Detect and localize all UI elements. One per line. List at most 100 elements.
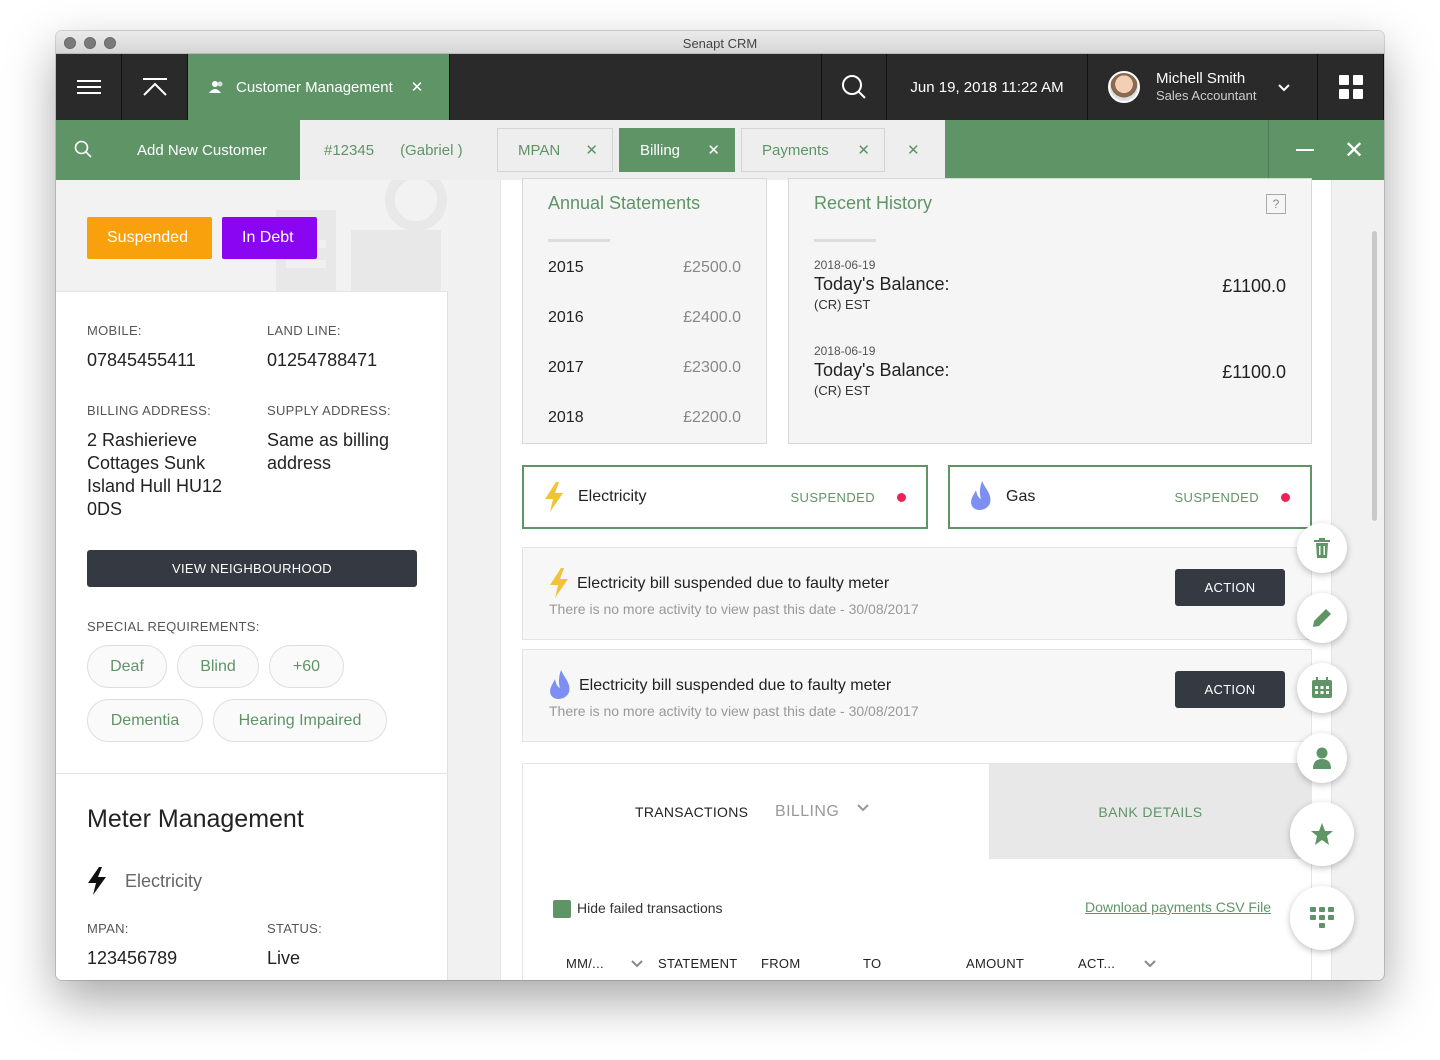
requirement-chip[interactable]: Hearing Impaired	[213, 699, 387, 742]
history-date: 2018-06-19	[814, 344, 876, 358]
mpan-label: MPAN:	[87, 921, 129, 936]
title-underline	[548, 239, 610, 242]
hamburger-icon	[76, 76, 101, 98]
statement-amount: £2200.0	[683, 409, 741, 426]
column-header[interactable]: AMOUNT	[966, 956, 1024, 971]
status-dot	[1281, 492, 1290, 502]
tab-payments[interactable]: Payments ✕	[741, 128, 885, 172]
tab-mpan[interactable]: MPAN ✕	[497, 128, 613, 172]
billing-address-value: 2 Rashierieve Cottages Sunk Island Hull …	[87, 430, 223, 519]
lightning-icon	[550, 568, 568, 598]
global-search-button[interactable]	[821, 54, 887, 120]
utility-status: SUSPENDED	[790, 489, 875, 505]
requirement-chip[interactable]: Dementia	[87, 699, 203, 742]
person-icon	[1313, 747, 1331, 769]
tab-customer[interactable]: #12345 (Gabriel )	[308, 128, 490, 172]
minimize-panel-icon[interactable]	[1296, 149, 1314, 151]
column-header[interactable]: FROM	[761, 956, 800, 971]
close-tab-icon[interactable]: ✕	[411, 78, 424, 96]
history-title: Today's Balance:	[814, 360, 950, 380]
menu-button[interactable]	[56, 54, 122, 120]
chevron-down-icon[interactable]	[857, 804, 869, 812]
flame-icon	[971, 481, 991, 510]
tab-bank-details[interactable]: BANK DETAILS	[989, 764, 1312, 859]
action-button[interactable]: ACTION	[1175, 671, 1285, 708]
hide-failed-label: Hide failed transactions	[577, 900, 723, 916]
column-header[interactable]: MM/...	[566, 956, 604, 971]
requirement-chip[interactable]: Blind	[177, 645, 259, 688]
supply-address-label: SUPPLY ADDRESS:	[267, 403, 391, 418]
favourite-button[interactable]	[1290, 802, 1354, 866]
user-role: Sales Accountant	[1156, 88, 1257, 103]
gas-utility-card[interactable]: Gas SUSPENDED	[948, 465, 1312, 529]
statement-year: 2016	[548, 309, 584, 326]
tab-billing-label: Billing	[640, 141, 681, 159]
close-panel-icon[interactable]: ✕	[1344, 136, 1364, 165]
recent-history-card: Recent History ? 2018-06-19 Today's Bala…	[788, 178, 1312, 444]
column-header[interactable]: STATEMENT	[658, 956, 738, 971]
billing-main-panel: Annual Statements 2015 £2500.0 2016 £240…	[500, 178, 1332, 980]
scrollbar[interactable]	[1372, 231, 1377, 521]
history-sub: (CR) EST	[814, 383, 871, 398]
tab-payments-label: Payments	[762, 141, 829, 159]
activity-item: Electricity bill suspended due to faulty…	[522, 547, 1312, 640]
close-tab-icon[interactable]: ✕	[707, 141, 720, 159]
close-all-tabs-icon[interactable]: ✕	[907, 141, 920, 159]
trash-icon	[1314, 538, 1330, 558]
user-menu[interactable]: Michell Smith Sales Accountant	[1088, 54, 1318, 120]
delete-button[interactable]	[1297, 523, 1347, 573]
view-neighbourhood-button[interactable]: VIEW NEIGHBOURHOOD	[87, 550, 417, 587]
tab-billing[interactable]: Billing ✕	[619, 128, 735, 172]
requirement-chip[interactable]: Deaf	[87, 645, 167, 688]
collapse-button[interactable]	[122, 54, 188, 120]
lightning-icon	[545, 482, 563, 512]
column-header[interactable]: TO	[863, 956, 881, 971]
contact-button[interactable]	[1297, 733, 1347, 783]
tab-customer-management[interactable]: Customer Management ✕	[188, 54, 450, 120]
history-sub: (CR) EST	[814, 297, 871, 312]
search-icon[interactable]	[74, 140, 92, 158]
requirement-chip[interactable]: +60	[269, 645, 344, 688]
customer-name: (Gabriel )	[400, 141, 463, 159]
hide-failed-checkbox[interactable]	[553, 900, 571, 918]
flame-icon	[550, 670, 570, 699]
statement-amount: £2300.0	[683, 359, 741, 376]
activity-title: Electricity bill suspended due to faulty…	[577, 575, 890, 592]
add-new-customer-button[interactable]: Add New Customer	[137, 142, 267, 159]
status-badge-suspended: Suspended	[87, 217, 212, 259]
avatar	[1108, 71, 1140, 103]
landline-label: LAND LINE:	[267, 323, 341, 338]
close-tab-icon[interactable]: ✕	[857, 141, 870, 159]
column-header[interactable]: ACT...	[1078, 956, 1115, 971]
apps-grid-button[interactable]	[1318, 54, 1384, 120]
download-csv-link[interactable]: Download payments CSV File	[1085, 899, 1271, 915]
chevron-down-icon[interactable]	[1144, 960, 1156, 968]
recent-history-title: Recent History	[814, 193, 933, 213]
dialpad-button[interactable]	[1290, 886, 1354, 950]
customer-tabs: #12345 (Gabriel ) MPAN ✕ Billing ✕ Payme…	[300, 120, 945, 180]
electricity-utility-card[interactable]: Electricity SUSPENDED	[522, 465, 928, 529]
chevron-down-icon	[1278, 79, 1291, 95]
tab-transactions[interactable]: TRANSACTIONS	[635, 804, 748, 820]
supply-address-value: Same as billing address	[267, 430, 390, 473]
title-bar: Senapt CRM	[56, 31, 1384, 54]
title-underline	[814, 239, 876, 242]
action-button[interactable]: ACTION	[1175, 569, 1285, 606]
statement-year: 2015	[548, 259, 584, 276]
help-icon[interactable]: ?	[1266, 194, 1286, 214]
close-tab-icon[interactable]: ✕	[585, 141, 598, 159]
billing-dropdown[interactable]: BILLING	[775, 803, 839, 821]
star-icon	[1311, 823, 1333, 845]
pencil-icon	[1313, 609, 1331, 627]
app-window: Senapt CRM Customer Management ✕ Jun 19,…	[56, 31, 1384, 980]
chevron-down-icon[interactable]	[631, 960, 643, 968]
meter-management-title: Meter Management	[87, 805, 304, 833]
calendar-button[interactable]	[1297, 663, 1347, 713]
current-datetime: Jun 19, 2018 11:22 AM	[887, 54, 1088, 120]
landline-value: 01254788471	[267, 350, 378, 370]
history-date: 2018-06-19	[814, 258, 876, 272]
customer-sidebar: Suspended In Debt MOBILE: 07845455411 LA…	[56, 180, 448, 980]
edit-button[interactable]	[1297, 593, 1347, 643]
annual-statements-card: Annual Statements 2015 £2500.0 2016 £240…	[522, 178, 767, 444]
statement-year: 2017	[548, 359, 584, 376]
